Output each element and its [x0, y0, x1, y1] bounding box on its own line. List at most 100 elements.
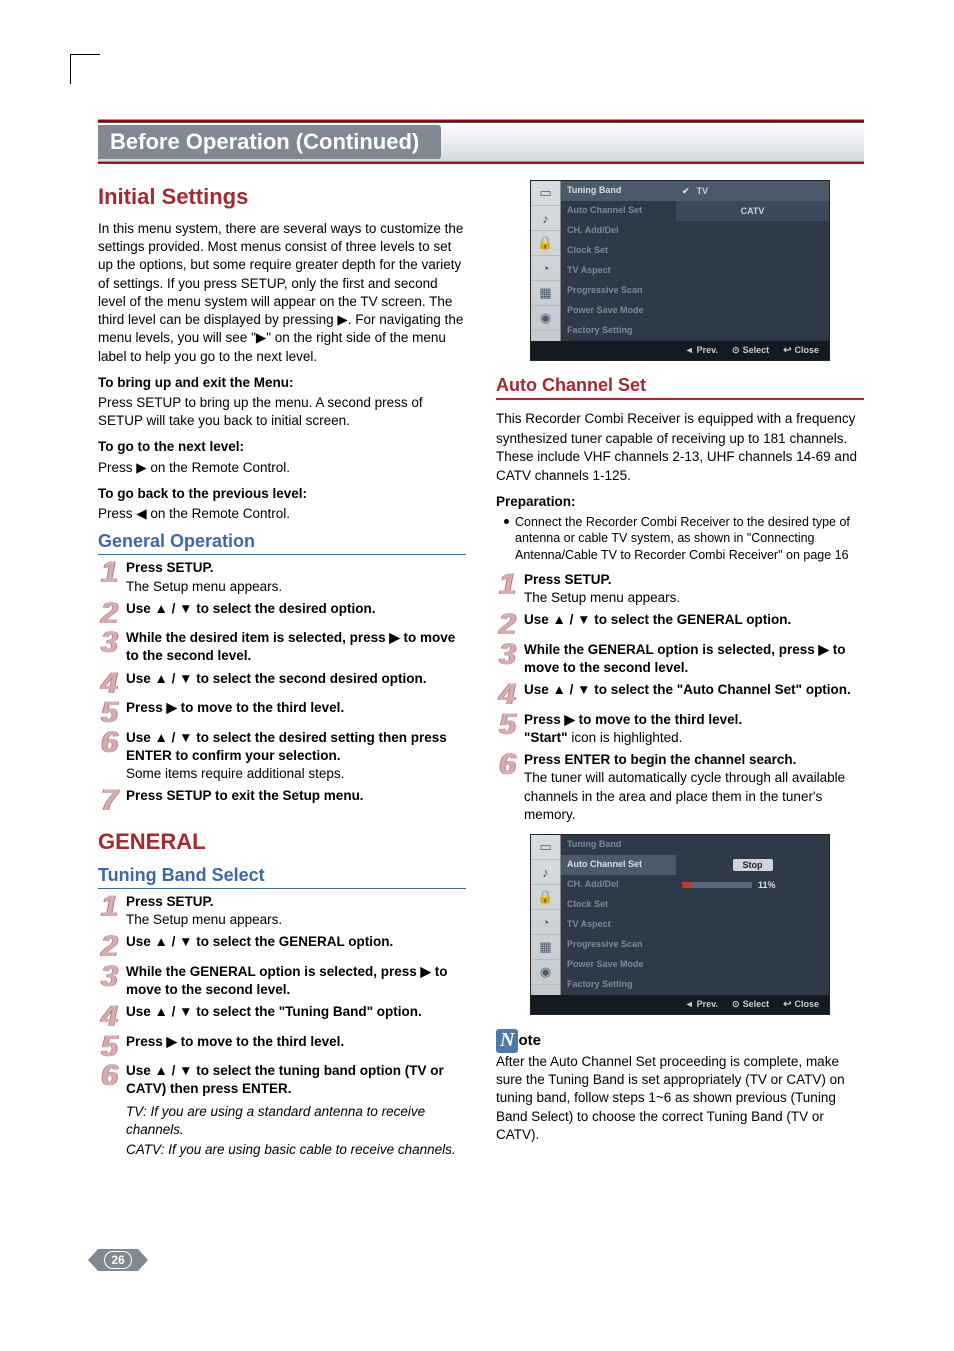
step-number: 1 — [496, 574, 518, 597]
stop-button: Stop — [733, 859, 773, 871]
step-text: Press SETUP to exit the Setup menu. — [126, 787, 466, 805]
step-number: 7 — [98, 790, 120, 813]
step-text: Use ▲ / ▼ to select the "Tuning Band" op… — [126, 1003, 466, 1021]
preparation-heading: Preparation: — [496, 493, 864, 511]
step-number: 5 — [98, 1036, 120, 1059]
tbs-note-tv: TV: If you are using a standard antenna … — [126, 1103, 466, 1139]
step-text: Use ▲ / ▼ to select the second desired o… — [126, 670, 466, 688]
step-text: Press SETUP.The Setup menu appears. — [126, 893, 466, 929]
step-number: 2 — [98, 936, 120, 959]
step-row: 3 While the GENERAL option is selected, p… — [98, 963, 466, 999]
menu-item: TV Aspect — [561, 261, 676, 281]
step-bold: While the GENERAL option is selected, pr… — [126, 964, 447, 997]
footer-select: Select — [732, 999, 769, 1010]
progress-percent: 11% — [758, 880, 776, 890]
menu-item: Factory Setting — [561, 321, 676, 341]
crop-mark — [70, 54, 100, 84]
step-row: 6 Press ENTER to begin the channel search… — [496, 751, 864, 824]
step-number: 6 — [98, 1065, 120, 1088]
step-number: 3 — [98, 632, 120, 655]
val-tv: TV — [697, 186, 709, 196]
bullet-icon — [504, 519, 509, 524]
menu-sidebar-icons: ▭ ♪ 🔒 ◔ ▦ ◉ — [531, 181, 561, 341]
step-bold: Use ▲ / ▼ to select the GENERAL option. — [524, 612, 791, 627]
progress-bar — [682, 882, 752, 888]
prev-level-title: To go back to the previous level: — [98, 485, 466, 503]
step-text: Press ENTER to begin the channel search.… — [524, 751, 864, 824]
step-number: 3 — [98, 966, 120, 989]
tuning-band-menu-figure: ▭ ♪ 🔒 ◔ ▦ ◉ Tuning BandAuto Channel SetC… — [530, 180, 830, 361]
auto-channel-steps: 1Press SETUP.The Setup menu appears.2Use… — [496, 571, 864, 824]
step-row: 2 Use ▲ / ▼ to select the GENERAL option. — [98, 933, 466, 959]
tuning-band-select-heading: Tuning Band Select — [98, 865, 466, 889]
menu-item: Tuning Band — [561, 181, 676, 201]
step-bold: Press SETUP. — [126, 894, 214, 909]
menu-item: Power Save Mode — [561, 955, 676, 975]
tbs-note-catv: CATV: If you are using basic cable to re… — [126, 1141, 466, 1159]
general-heading: GENERAL — [98, 829, 466, 855]
note-rest: ote — [518, 1032, 541, 1049]
footer-prev: Prev. — [685, 999, 718, 1010]
step-row: 4Use ▲ / ▼ to select the "Auto Channel S… — [496, 681, 864, 707]
step-number: 5 — [98, 702, 120, 725]
left-column: Initial Settings In this menu system, th… — [98, 178, 466, 1167]
step-bold: While the desired item is selected, pres… — [126, 630, 455, 663]
menu-value-list: Stop 11% — [676, 835, 829, 995]
menu-item-list: Tuning BandAuto Channel SetCH. Add/DelCl… — [561, 835, 676, 995]
step-text: Use ▲ / ▼ to select the GENERAL option. — [524, 611, 864, 629]
step-bold: Use ▲ / ▼ to select the desired setting … — [126, 730, 447, 763]
step-bold: Use ▲ / ▼ to select the desired option. — [126, 601, 376, 616]
step-bold: Use ▲ / ▼ to select the GENERAL option. — [126, 934, 393, 949]
step-bold: Press ENTER to begin the channel search. — [524, 752, 796, 767]
auto-channel-set-heading: Auto Channel Set — [496, 375, 864, 400]
step-sub: The Setup menu appears. — [524, 589, 864, 607]
menu-sidebar-icons: ▭ ♪ 🔒 ◔ ▦ ◉ — [531, 835, 561, 995]
step-bold: Press ▶ to move to the third level. — [126, 700, 344, 715]
next-level-title: To go to the next level: — [98, 438, 466, 456]
right-column: ▭ ♪ 🔒 ◔ ▦ ◉ Tuning BandAuto Channel SetC… — [496, 178, 864, 1167]
step-bold: Press SETUP to exit the Setup menu. — [126, 788, 364, 803]
lock-icon: 🔒 — [531, 231, 560, 256]
film-icon: ▦ — [531, 935, 560, 960]
menu-item: Factory Setting — [561, 975, 676, 995]
speaker-icon: ♪ — [531, 206, 560, 231]
step-row: 5 Press ▶ to move to the third level. — [98, 699, 466, 725]
menu-item: CH. Add/Del — [561, 221, 676, 241]
step-number: 6 — [496, 754, 518, 777]
note-heading: Note — [496, 1029, 864, 1053]
footer-select: Select — [732, 345, 769, 356]
step-row: 7 Press SETUP to exit the Setup menu. — [98, 787, 466, 813]
step-number: 1 — [98, 562, 120, 585]
menu-item: Clock Set — [561, 241, 676, 261]
step-bold: Press SETUP. — [126, 560, 214, 575]
gear-icon: ◉ — [531, 960, 560, 985]
section-header: Before Operation (Continued) — [98, 119, 864, 164]
menu-item-list: Tuning BandAuto Channel SetCH. Add/DelCl… — [561, 181, 676, 341]
disc-icon: ◔ — [531, 910, 560, 935]
menu-footer: Prev. Select Close — [531, 995, 829, 1014]
step-bold: Press ▶ to move to the third level. — [126, 1034, 344, 1049]
step-row: 1Press SETUP.The Setup menu appears. — [98, 559, 466, 595]
step-number: 4 — [496, 684, 518, 707]
gear-icon: ◉ — [531, 306, 560, 331]
step-text: Use ▲ / ▼ to select the GENERAL option. — [126, 933, 466, 951]
step-sub: Some items require additional steps. — [126, 765, 466, 783]
step-row: 4 Use ▲ / ▼ to select the second desired … — [98, 670, 466, 696]
step-number: 6 — [98, 732, 120, 755]
step-row: 4Use ▲ / ▼ to select the "Tuning Band" o… — [98, 1003, 466, 1029]
step-number: 4 — [98, 673, 120, 696]
step-text: Press ▶ to move to the third level. — [126, 1033, 466, 1051]
step-text: While the GENERAL option is selected, pr… — [524, 641, 864, 677]
preparation-text: Connect the Recorder Combi Receiver to t… — [515, 514, 864, 563]
step-bold: While the GENERAL option is selected, pr… — [524, 642, 845, 675]
film-icon: ▦ — [531, 281, 560, 306]
step-text: While the GENERAL option is selected, pr… — [126, 963, 466, 999]
menu-value-list: TV CATV — [676, 181, 829, 341]
tv-icon: ▭ — [531, 181, 560, 206]
menu-footer: Prev. Select Close — [531, 341, 829, 360]
step-row: 2Use ▲ / ▼ to select the GENERAL option. — [496, 611, 864, 637]
menu-item: Progressive Scan — [561, 935, 676, 955]
tv-icon: ▭ — [531, 835, 560, 860]
auto-channel-menu-figure: ▭ ♪ 🔒 ◔ ▦ ◉ Tuning BandAuto Channel SetC… — [530, 834, 830, 1015]
step-row: 3While the GENERAL option is selected, p… — [496, 641, 864, 677]
